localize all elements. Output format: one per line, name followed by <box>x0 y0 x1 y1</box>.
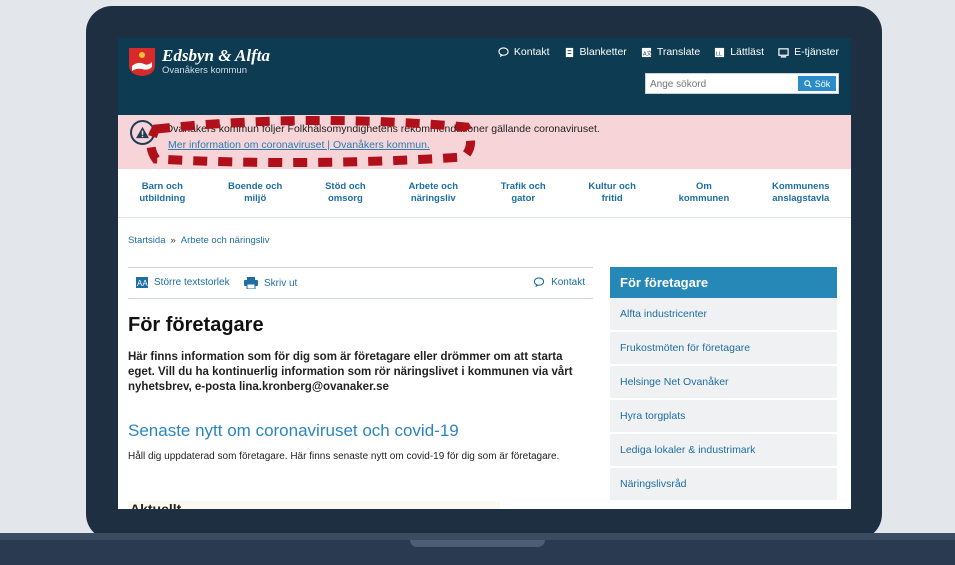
contact-label: Kontakt <box>551 277 585 288</box>
text-size-button[interactable]: AA Större textstorlek <box>136 277 230 288</box>
municipality-logo[interactable] <box>128 47 156 77</box>
sidebar-item[interactable]: Helsinge Net Ovanåker <box>610 366 837 400</box>
mainnav-item[interactable]: Trafik och gator <box>501 181 546 205</box>
mainnav-item[interactable]: Boende och miljö <box>228 181 282 205</box>
text-size-icon: AA <box>136 277 148 288</box>
print-button[interactable]: Skriv ut <box>244 277 297 289</box>
svg-text:AA: AA <box>137 279 148 288</box>
alert-text: Ovanåkers kommun följer Folkhälsomyndigh… <box>165 123 600 135</box>
laptop-notch <box>410 540 545 547</box>
site-name[interactable]: Edsbyn & Alfta <box>162 46 270 66</box>
mainnav-item[interactable]: Barn och utbildning <box>139 181 185 205</box>
mainnav-item[interactable]: Stöd och omsorg <box>325 181 366 205</box>
svg-text:A文: A文 <box>643 49 652 57</box>
mainnav-item[interactable]: Kommunens anslagstavla <box>772 181 830 205</box>
nav-translate[interactable]: A文 Translate <box>641 46 700 58</box>
nav-etjanster[interactable]: E-tjänster <box>778 46 839 58</box>
nav-label: Translate <box>656 46 701 58</box>
nav-lattlast[interactable]: LL Lättläst <box>714 46 764 58</box>
page-title: För företagare <box>128 314 264 336</box>
utility-nav: Kontakt Blanketter A文 Translate LL Lättl… <box>498 46 839 58</box>
main-navigation: Barn och utbildning Boende och miljö Stö… <box>118 169 851 218</box>
page-toolbar: AA Större textstorlek Skriv ut Kontakt <box>128 267 593 299</box>
monitor-icon <box>778 47 789 58</box>
print-label: Skriv ut <box>264 277 298 289</box>
site-subtitle: Ovanåkers kommun <box>162 65 248 76</box>
sidebar-item[interactable]: Lediga lokaler & industrimark <box>610 434 837 468</box>
aktuellt-heading: Aktuellt <box>128 501 500 509</box>
breadcrumb: Startsida » Arbete och näringsliv <box>128 235 270 246</box>
intro-text: Här finns information som för dig som är… <box>128 351 573 393</box>
search-button-label: Sök <box>814 78 831 89</box>
search-button[interactable]: Sök <box>798 76 836 91</box>
warning-icon <box>130 120 155 145</box>
sidebar-title[interactable]: För företagare <box>610 267 837 298</box>
search-icon <box>803 79 812 88</box>
mainnav-item[interactable]: Om kommunen <box>679 181 730 205</box>
nav-label: Kontakt <box>513 46 550 58</box>
breadcrumb-current[interactable]: Arbete och näringsliv <box>181 235 270 246</box>
breadcrumb-separator: » <box>170 235 176 246</box>
browser-viewport: Edsbyn & Alfta Ovanåkers kommun Kontakt … <box>118 38 851 509</box>
mainnav-item[interactable]: Kultur och fritid <box>588 181 636 205</box>
search-input[interactable] <box>646 76 790 93</box>
breadcrumb-home[interactable]: Startsida <box>128 235 166 246</box>
sidebar-item[interactable]: Hyra torgplats <box>610 400 837 434</box>
sidebar-item[interactable]: Alfta industricenter <box>610 298 837 332</box>
search-box: Sök <box>645 73 839 94</box>
alert-link[interactable]: Mer information om coronaviruset | Ovanå… <box>168 139 430 151</box>
document-icon <box>565 47 573 57</box>
nav-label: Lättläst <box>730 46 765 58</box>
contact-button[interactable]: Kontakt <box>533 277 585 288</box>
easy-read-icon: LL <box>715 47 725 57</box>
sidebar: För företagare Alfta industricenter Fruk… <box>610 267 837 502</box>
sidebar-item[interactable]: Näringslivsråd <box>610 468 837 502</box>
speech-bubble-icon <box>533 277 545 288</box>
nav-blanketter[interactable]: Blanketter <box>564 46 627 58</box>
sidebar-item[interactable]: Frukostmöten för företagare <box>610 332 837 366</box>
nav-kontakt[interactable]: Kontakt <box>498 46 550 58</box>
site-header: Edsbyn & Alfta Ovanåkers kommun Kontakt … <box>118 38 851 115</box>
nav-label: Blanketter <box>579 46 627 58</box>
news-heading-link[interactable]: Senaste nytt om coronaviruset och covid-… <box>128 421 459 441</box>
svg-text:LL: LL <box>716 51 722 57</box>
speech-bubble-icon <box>498 46 509 57</box>
nav-label: E-tjänster <box>794 46 839 58</box>
mainnav-item[interactable]: Arbete och näringsliv <box>408 181 458 205</box>
translate-icon: A文 <box>641 47 652 57</box>
text-size-label: Större textstorlek <box>154 277 230 288</box>
news-text: Håll dig uppdaterad som företagare. Här … <box>128 451 560 462</box>
covid-alert-banner: Ovanåkers kommun följer Folkhälsomyndigh… <box>118 115 851 169</box>
printer-icon <box>244 277 258 289</box>
